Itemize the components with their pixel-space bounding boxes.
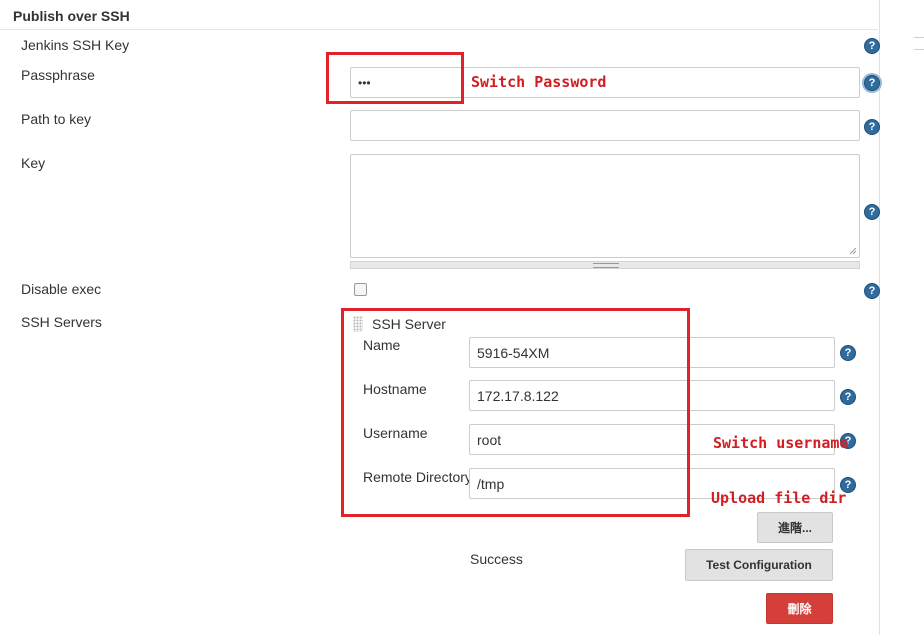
path-to-key-field[interactable]: [350, 110, 860, 141]
ssh-servers-label: SSH Servers: [21, 314, 102, 330]
scrollbar-mark: [914, 49, 924, 50]
section-title: Publish over SSH: [13, 8, 130, 24]
annotation-switch-username: Switch username: [713, 434, 849, 452]
path-to-key-label: Path to key: [21, 111, 92, 127]
key-label: Key: [21, 155, 46, 171]
advanced-button[interactable]: 進階...: [757, 512, 833, 543]
delete-button[interactable]: 刪除: [766, 593, 833, 624]
textarea-resize-bar[interactable]: [350, 261, 860, 269]
server-name-value: 5916-54XM: [477, 344, 550, 361]
test-configuration-button[interactable]: Test Configuration: [685, 549, 833, 581]
help-icon[interactable]: ?: [864, 38, 880, 54]
help-icon[interactable]: ?: [864, 283, 880, 299]
passphrase-label: Passphrase: [21, 67, 95, 83]
ssh-server-title: SSH Server: [372, 316, 446, 332]
server-name-field[interactable]: 5916-54XM: [469, 337, 835, 368]
key-textarea[interactable]: [350, 154, 860, 258]
drag-handle-icon: [593, 263, 619, 268]
hostname-value: 172.17.8.122: [477, 387, 559, 404]
scroll-edge: [879, 0, 880, 635]
drag-grip-icon[interactable]: [353, 316, 363, 332]
remote-directory-value: /tmp: [477, 475, 505, 492]
username-label: Username: [363, 425, 428, 441]
username-value: root: [477, 431, 502, 448]
remote-directory-label: Remote Directory: [363, 469, 472, 485]
help-icon[interactable]: ?: [840, 345, 856, 361]
hostname-field[interactable]: 172.17.8.122: [469, 380, 835, 411]
help-icon[interactable]: ?: [864, 119, 880, 135]
passphrase-value: •••: [358, 75, 371, 90]
jenkins-ssh-key-label: Jenkins SSH Key: [21, 37, 130, 53]
scrollbar-mark: [914, 37, 924, 38]
help-icon[interactable]: ?: [864, 75, 880, 91]
disable-exec-checkbox[interactable]: [354, 283, 367, 296]
annotation-upload-dir: Upload file dir: [711, 489, 847, 507]
server-name-label: Name: [363, 337, 401, 353]
help-icon[interactable]: ?: [864, 204, 880, 220]
divider: [0, 29, 878, 30]
test-status: Success: [470, 551, 523, 567]
hostname-label: Hostname: [363, 381, 427, 397]
annotation-switch-password: Switch Password: [471, 73, 607, 91]
disable-exec-label: Disable exec: [21, 281, 102, 297]
help-icon[interactable]: ?: [840, 389, 856, 405]
resize-grip-icon[interactable]: [849, 247, 857, 255]
